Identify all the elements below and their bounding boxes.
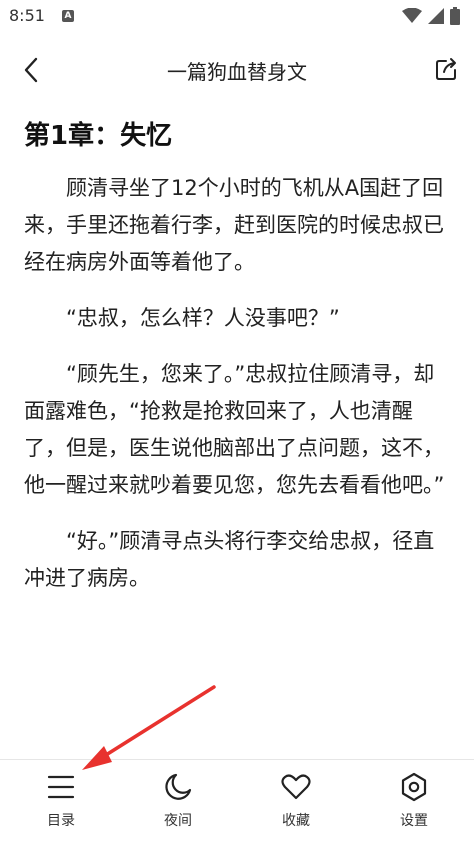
favorite-label: 收藏 <box>282 813 310 829</box>
battery-icon <box>450 7 460 25</box>
status-bar: 8:51 A <box>0 0 474 34</box>
wifi-icon <box>402 8 422 23</box>
chapter-title: 第1章：失忆 <box>24 121 173 151</box>
toc-button[interactable]: 目录 <box>16 772 106 838</box>
moon-icon <box>165 773 192 800</box>
paragraph: “顾先生，您来了。”忠叔拉住顾清寻，却面露难色，“抢救是抢救回来了，人也清醒了，… <box>24 362 445 497</box>
signal-icon <box>428 8 444 24</box>
paragraph: “好。”顾清寻点头将行李交给忠叔，径直冲进了病房。 <box>24 529 435 590</box>
favorite-button[interactable]: 收藏 <box>251 772 341 838</box>
settings-label: 设置 <box>400 813 428 829</box>
share-icon <box>436 58 456 80</box>
app-header: 一篇狗血替身文 <box>0 34 474 104</box>
menu-icon <box>47 775 75 799</box>
night-mode-label: 夜间 <box>164 813 192 829</box>
notification-icon: A <box>62 10 74 22</box>
paragraph: 顾清寻坐了12个小时的飞机从A国赶了回来，手里还拖着行李，赶到医院的时候忠叔已经… <box>24 176 444 274</box>
bottom-toolbar: 目录 夜间 收藏 设置 <box>0 759 474 843</box>
night-mode-button[interactable]: 夜间 <box>133 772 223 838</box>
page-title: 一篇狗血替身文 <box>167 60 307 84</box>
share-button[interactable] <box>434 56 460 82</box>
status-icons <box>402 6 460 26</box>
settings-button[interactable]: 设置 <box>369 772 459 838</box>
settings-icon <box>401 772 427 802</box>
heart-icon <box>281 774 311 800</box>
status-time: 8:51 <box>9 6 45 25</box>
reader-content: 第1章：失忆 顾清寻坐了12个小时的飞机从A国赶了回来，手里还拖着行李，赶到医院… <box>24 112 452 752</box>
paragraph: “忠叔，怎么样？人没事吧？” <box>66 306 340 330</box>
toc-label: 目录 <box>47 813 75 829</box>
